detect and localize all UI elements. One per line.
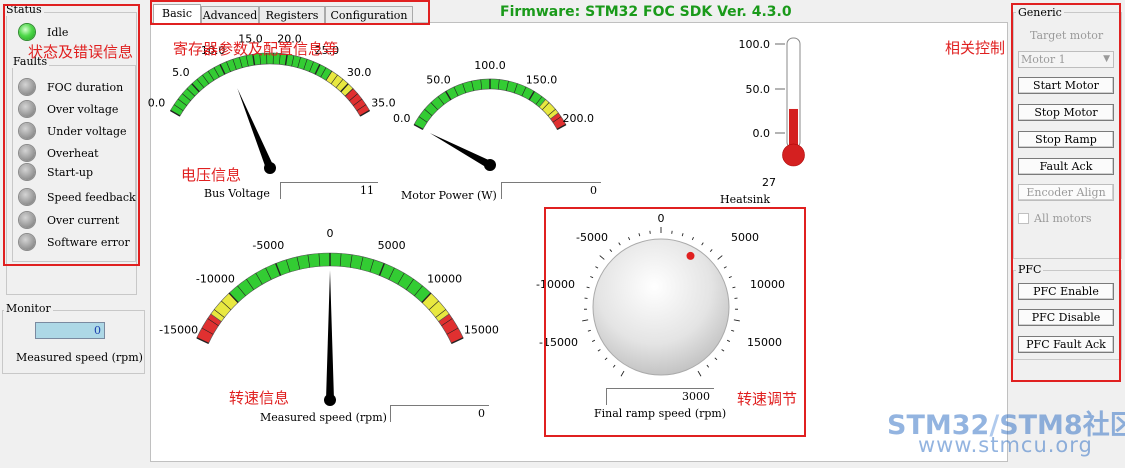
heatsink-label: Heatsink [720,193,770,206]
measured-speed-value: 0 [390,405,489,422]
heatsink-tick-label: 0.0 [753,127,771,140]
speed-annotation: 转速信息 [229,389,290,407]
heatsink-tick-label: 100.0 [739,38,771,51]
motor-power-needle [429,133,492,169]
speed-tick-label: 5000 [378,239,406,252]
motor-power-tick-label: 150.0 [526,73,558,86]
motor-power-tick-label: 50.0 [426,73,451,86]
watermark-url: www.stmcu.org [918,433,1093,457]
bus-voltage-value: 11 [280,182,378,199]
bus-voltage-tick-label: 35.0 [371,97,396,110]
speed-tick-label: -15000 [159,323,198,336]
speed-tick-label: -10000 [196,273,235,286]
speed-adjust-annotation: 转速调节 [737,390,798,408]
bus-voltage-tick-label: 0.0 [148,97,166,110]
status-info-annotation: 状态及错误信息 [28,43,134,61]
register-info-annotation: 寄存器参数及配置信息等 [173,40,339,58]
motor-power-needle-hub [484,159,496,171]
controls-highlight-box [1011,3,1121,382]
measured-speed-label: Measured speed (rpm) [260,411,387,424]
motor-power-tick-label: 100.0 [474,59,506,72]
bus-voltage-green-band [169,52,333,117]
motor-power-value: 0 [501,182,601,199]
motor-power-green-band [413,78,547,130]
bus-voltage-needle [237,88,274,170]
thermometer-bulb [782,143,805,167]
heatsink-value: 27 [762,176,776,189]
bus-voltage-tick-label: 5.0 [172,66,190,79]
speed-tick-label: 0 [327,227,334,240]
heatsink-tick-label: 50.0 [746,83,771,96]
motor-power-tick-label: 0.0 [393,112,411,125]
motor-power-tick-label: 200.0 [563,112,595,125]
speed-needle [326,270,334,400]
speed-tick-label: 15000 [464,323,499,336]
control-annotation: 相关控制 [945,39,1006,57]
bus-voltage-needle-hub [264,162,276,174]
speed-needle-hub [324,394,336,406]
motor-power-label: Motor Power (W) [401,189,497,202]
voltage-annotation: 电压信息 [181,166,242,184]
speed-tick-label: 10000 [427,273,462,286]
speed-tick-label: -5000 [252,239,284,252]
thermometer-fill [789,108,798,148]
bus-voltage-tick-label: 30.0 [347,66,372,79]
tabs-highlight-box [150,0,430,25]
bus-voltage-label: Bus Voltage [204,187,270,200]
